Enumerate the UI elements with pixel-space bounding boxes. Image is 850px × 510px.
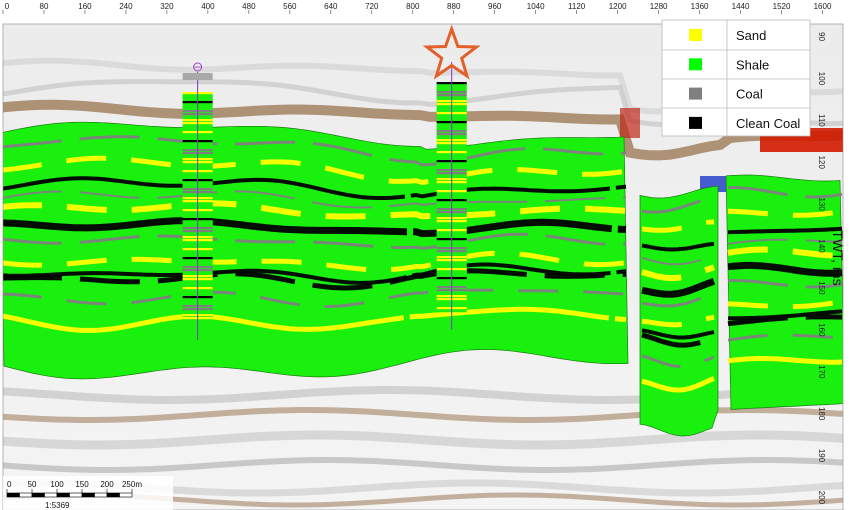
legend: Sand Shale Coal Clean Coal	[661, 19, 811, 137]
y-tick-label: 90	[817, 32, 826, 41]
y-tick-label: 130	[817, 197, 826, 211]
seismic-section-plot: 0 80 160 240 320 400 480 560 640 720 800 880 960 1040…	[0, 0, 850, 510]
x-tick-label: 160	[78, 2, 92, 11]
scale-tick-label: 100	[50, 480, 64, 489]
x-tick-label: 0	[5, 2, 10, 11]
legend-label: Coal	[736, 87, 763, 102]
x-tick-label: 480	[242, 2, 256, 11]
x-tick-label: 1120	[568, 2, 586, 11]
legend-label: Clean Coal	[736, 116, 800, 131]
x-tick-label: 880	[447, 2, 461, 11]
x-tick-label: 400	[201, 2, 215, 11]
scale-tick-label: 200	[100, 480, 114, 489]
legend-swatch	[689, 116, 702, 129]
y-tick-label: 110	[817, 114, 826, 127]
y-tick-label: 100	[817, 72, 826, 86]
y-tick-label: 160	[817, 323, 826, 337]
scale-tick-label: 0	[7, 480, 12, 489]
x-tick-label: 640	[324, 2, 338, 11]
x-tick-label: 1280	[650, 2, 668, 11]
legend-swatch	[689, 29, 702, 41]
y-tick-label: 120	[817, 156, 826, 170]
y-tick-label: 200	[817, 491, 826, 505]
y-tick-label: 170	[817, 365, 826, 379]
x-tick-label: 800	[406, 2, 420, 11]
x-tick-label: 560	[283, 2, 297, 11]
scale-tick-label: 250m	[122, 480, 142, 489]
y-axis-label: TWT, ms	[830, 230, 846, 285]
x-tick-label: 1040	[527, 2, 545, 11]
scale-tick-label: 50	[28, 480, 37, 489]
legend-swatch	[689, 87, 702, 100]
y-tick-label: 140	[817, 239, 826, 253]
x-tick-label: 1600	[814, 2, 832, 11]
scale-ratio: 1:5369	[45, 501, 70, 510]
legend-label: Sand	[736, 28, 766, 43]
x-tick-label: 960	[488, 2, 502, 11]
x-tick-label: 320	[160, 2, 174, 11]
well-head-bar	[182, 73, 213, 80]
x-tick-label: 240	[119, 2, 133, 11]
x-tick-label: 80	[40, 2, 49, 11]
legend-swatch	[689, 58, 702, 71]
y-tick-label: 150	[817, 281, 826, 295]
x-tick-label: 1360	[691, 2, 709, 11]
x-tick-label: 1440	[732, 2, 750, 11]
y-tick-label: 190	[817, 449, 826, 463]
x-tick-label: 720	[365, 2, 379, 11]
x-tick-label: 1200	[609, 2, 627, 11]
y-tick-label: 180	[817, 407, 826, 421]
x-tick-label: 1520	[773, 2, 791, 11]
legend-label: Shale	[736, 57, 769, 72]
scale-tick-label: 150	[75, 480, 89, 489]
scale-bar: 0 50 100 150 200 250m 1:5369	[3, 476, 173, 510]
seismic-figure: 0 80 160 240 320 400 480 560 640 720 800 880 960 1040…	[0, 0, 850, 510]
